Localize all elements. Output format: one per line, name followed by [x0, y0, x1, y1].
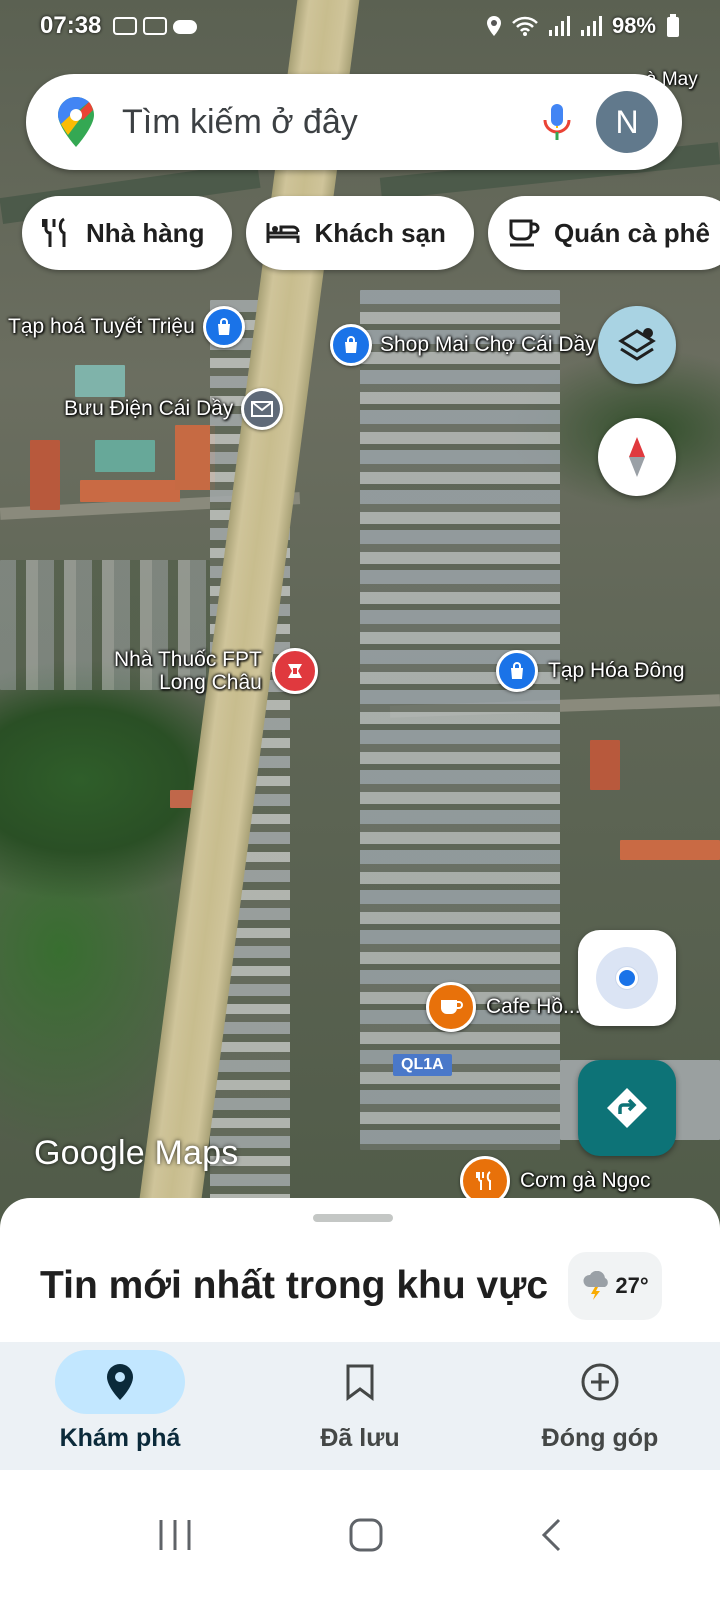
explore-pin-icon: [107, 1364, 133, 1400]
layers-icon: [618, 328, 656, 361]
storm-cloud-icon: [583, 1271, 609, 1300]
account-avatar[interactable]: N: [596, 91, 658, 153]
battery-percent: 98%: [611, 13, 656, 38]
layers-button[interactable]: [598, 306, 676, 384]
system-navigation-bar: [0, 1470, 720, 1600]
compass-icon: [629, 437, 645, 477]
poi-label: Tạp hoá Tuyết Triệu: [8, 315, 195, 339]
poi-tap-hoa-tuyet-trieu[interactable]: Tạp hoá Tuyết Triệu: [8, 306, 245, 348]
poi-buu-dien[interactable]: Bưu Điện Cái Dầy: [64, 388, 284, 430]
battery-icon: [667, 14, 679, 37]
search-input[interactable]: Tìm kiếm ở đây: [122, 103, 542, 142]
category-chips: Nhà hàng Khách sạn Quán cà phê: [22, 196, 720, 270]
temperature: 27°: [615, 1273, 649, 1298]
bottom-sheet[interactable]: Tin mới nhất trong khu vực 27°: [0, 1198, 720, 1348]
compass-button[interactable]: [598, 418, 676, 496]
nav-label: Đã lưu: [320, 1424, 400, 1452]
nav-icon-container: [535, 1350, 665, 1414]
chip-label: Quán cà phê: [553, 217, 710, 248]
zalo-icon: [143, 17, 168, 35]
signal-icon: [548, 16, 570, 36]
chip-label: Nhà hàng: [86, 217, 205, 248]
add-circle-icon: [581, 1363, 619, 1401]
weather-chip[interactable]: 27°: [568, 1252, 662, 1320]
chip-label: Khách sạn: [314, 217, 446, 248]
poi-label: Nhà Thuốc FPT Long Châu: [114, 648, 262, 695]
nav-explore[interactable]: Khám phá: [0, 1342, 240, 1470]
building: [620, 840, 720, 860]
building: [30, 440, 60, 510]
bottom-navigation: Khám phá Đã lưu Đóng góp: [0, 1342, 720, 1470]
directions-button[interactable]: [578, 1060, 676, 1156]
cloud-icon: [173, 20, 198, 34]
location-icon: [486, 16, 501, 36]
poi-nha-thuoc[interactable]: Nhà Thuốc FPT Long Châu: [114, 648, 318, 695]
building: [590, 740, 620, 790]
recent-apps-icon[interactable]: [157, 1518, 193, 1552]
status-bar: 07:38 98%: [0, 0, 720, 52]
directions-icon: [607, 1088, 647, 1128]
building: [80, 480, 180, 502]
back-icon[interactable]: [539, 1517, 563, 1553]
my-location-icon: [596, 947, 658, 1009]
poi-label: Bưu Điện Cái Dầy: [64, 397, 234, 421]
nav-label: Đóng góp: [541, 1424, 659, 1452]
shopping-bag-icon: [496, 650, 538, 692]
sheet-drag-handle[interactable]: [313, 1214, 393, 1222]
google-maps-watermark: Google Maps: [34, 1134, 239, 1172]
cafe-icon: [509, 219, 540, 247]
my-location-button[interactable]: [578, 930, 676, 1026]
nav-label: Khám phá: [59, 1424, 181, 1452]
search-bar[interactable]: Tìm kiếm ở đây N: [26, 74, 682, 170]
poi-label: Shop Mai Chợ Cái Dầy: [380, 333, 596, 357]
signal-icon: [580, 16, 602, 36]
restaurant-icon: [42, 217, 66, 247]
bookmark-icon: [346, 1364, 374, 1401]
pharmacy-icon: [271, 648, 318, 695]
chip-hotels[interactable]: Khách sạn: [246, 196, 474, 270]
google-maps-logo-icon: [58, 97, 94, 147]
notification-icons: [113, 17, 198, 35]
nav-icon-container: [55, 1350, 185, 1414]
sheet-title: Tin mới nhất trong khu vực: [40, 1264, 549, 1307]
coffee-cup-icon: [426, 982, 476, 1032]
chip-cafes[interactable]: Quán cà phê: [487, 196, 720, 270]
hotel-icon: [266, 223, 300, 243]
wifi-icon: [512, 16, 538, 36]
building: [175, 425, 215, 490]
road-shield-ql1a: QL1A: [393, 1054, 452, 1076]
zalo-icon: [113, 17, 138, 35]
home-icon[interactable]: [348, 1517, 384, 1553]
shopping-bag-icon: [202, 306, 245, 348]
poi-label: Cơm gà Ngọc: [520, 1169, 651, 1193]
nav-contribute[interactable]: Đóng góp: [480, 1342, 720, 1470]
nav-saved[interactable]: Đã lưu: [240, 1342, 480, 1470]
poi-shop-mai[interactable]: Shop Mai Chợ Cái Dầy: [330, 324, 596, 366]
building: [95, 440, 155, 472]
microphone-icon[interactable]: [542, 102, 572, 142]
poi-label: Tạp Hóa Đông: [548, 659, 685, 683]
chip-restaurants[interactable]: Nhà hàng: [22, 196, 233, 270]
nav-icon-container: [295, 1350, 425, 1414]
status-right: 98%: [486, 13, 680, 39]
status-time: 07:38: [40, 12, 102, 39]
poi-tap-hoa-dong[interactable]: Tạp Hóa Đông: [496, 650, 685, 692]
shopping-bag-icon: [330, 324, 372, 366]
mail-icon: [241, 388, 284, 430]
